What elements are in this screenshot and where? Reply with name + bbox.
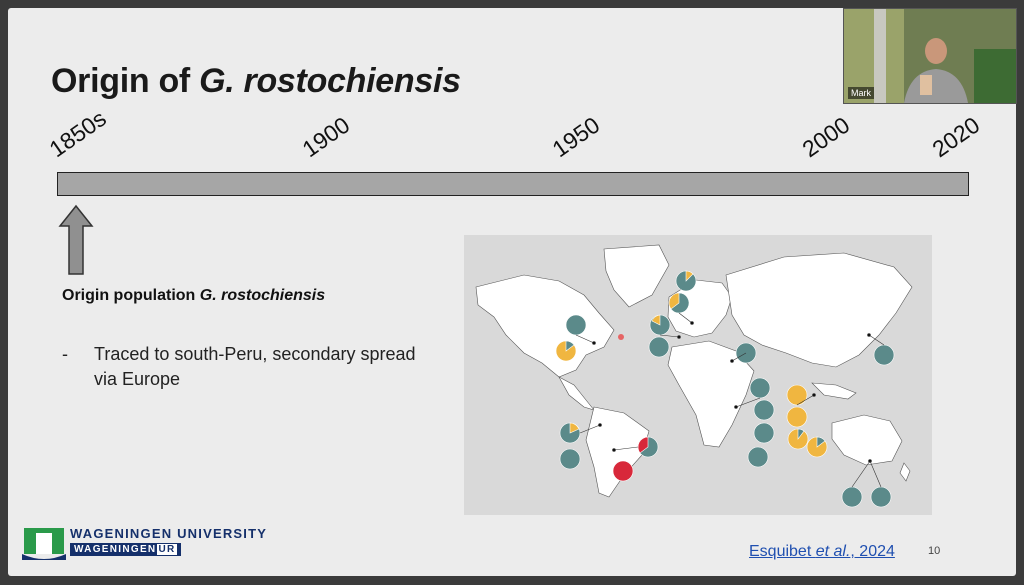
participant-video-tile[interactable]: Mark — [843, 8, 1017, 104]
slide-title: Origin of G. rostochiensis — [51, 62, 461, 100]
timeline-label-2020: 2020 — [927, 111, 985, 163]
wageningen-logo-icon — [22, 528, 66, 560]
presentation-window: Origin of G. rostochiensis 1850s 1900 19… — [0, 0, 1024, 585]
bullet-text: Traced to south-Peru, secondary spread v… — [94, 344, 416, 389]
timeline-label-2000: 2000 — [797, 111, 855, 163]
world-map-image — [464, 235, 932, 515]
bullet-dash: - — [62, 344, 68, 364]
university-name: WAGENINGEN UNIVERSITY — [70, 526, 268, 541]
origin-heading-species: G. rostochiensis — [199, 287, 326, 304]
timeline-label-1950: 1950 — [547, 111, 605, 163]
page-number: 10 — [928, 545, 941, 557]
timeline-label-1900: 1900 — [297, 111, 355, 163]
up-arrow-icon — [58, 204, 94, 275]
timeline-label-1850s: 1850s — [44, 104, 111, 163]
origin-heading: Origin population G. rostochiensis — [62, 287, 326, 304]
timeline-bar — [57, 172, 969, 196]
university-sub-logo: WAGENINGEN UR — [70, 543, 181, 556]
citation-link[interactable]: Esquibet et al., 2024 — [749, 543, 895, 561]
participant-name: Mark — [848, 87, 874, 99]
ur-mark: UR — [157, 544, 177, 555]
slide-title-species: G. rostochiensis — [199, 62, 461, 100]
